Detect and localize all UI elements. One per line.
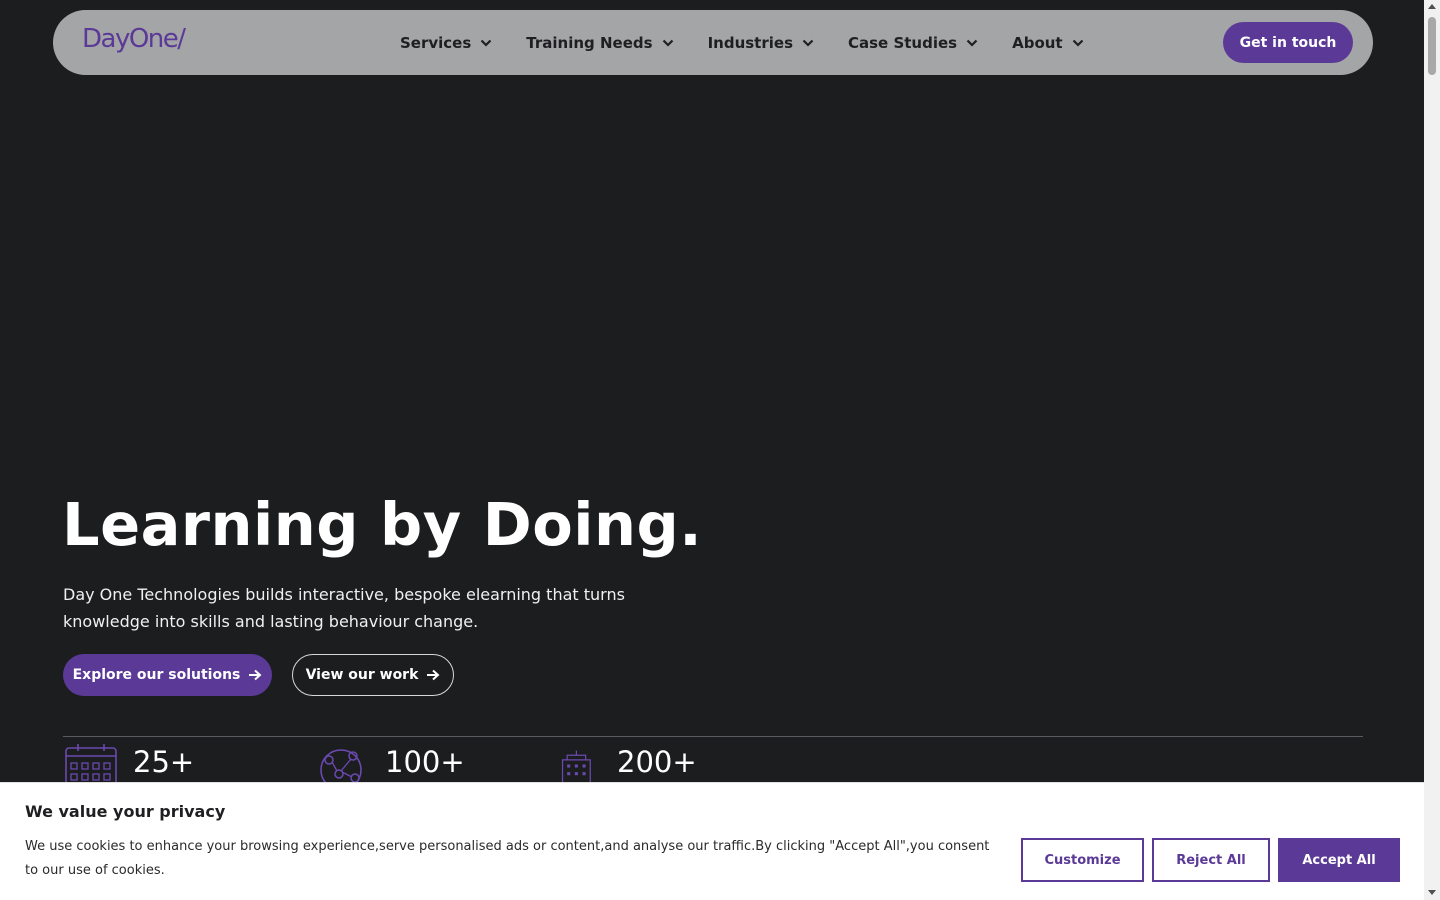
nav-item-label: Case Studies [848,33,958,52]
stat-value: 200+ [617,745,697,779]
scroll-down-icon[interactable] [1428,890,1436,895]
stat-value: 100+ [385,745,465,779]
accept-all-button[interactable]: Accept All [1278,838,1400,882]
nav-item-training-needs[interactable]: Training Needs [526,34,673,52]
nav-item-about[interactable]: About [1012,34,1084,52]
reject-all-button[interactable]: Reject All [1152,838,1270,882]
stat-value: 25+ [133,745,195,779]
nav-item-industries[interactable]: Industries [708,34,814,52]
chevron-down-icon [662,39,673,47]
logo[interactable]: DayOne/ [82,24,186,54]
cookie-title: We value your privacy [25,802,226,821]
button-label: Explore our solutions [72,667,241,683]
scroll-up-icon[interactable] [1428,4,1436,9]
nav-item-case-studies[interactable]: Case Studies [848,34,978,52]
customize-button[interactable]: Customize [1021,838,1144,882]
button-label: View our work [305,667,419,683]
nav-item-label: Industries [707,33,793,52]
cookie-banner: We value your privacy We use cookies to … [0,782,1424,900]
arrow-right-icon [427,669,440,681]
nav-item-label: Services [400,33,472,52]
explore-solutions-button[interactable]: Explore our solutions [63,654,272,696]
chevron-down-icon [966,39,978,47]
chevron-down-icon [802,39,814,47]
chevron-down-icon [481,39,492,47]
nav-menu: Services Training Needs Industries Case … [400,10,1118,75]
nav-item-label: About [1012,33,1063,52]
view-work-button[interactable]: View our work [292,654,454,696]
scroll-thumb[interactable] [1428,17,1436,75]
hero-description: Day One Technologies builds interactive,… [63,585,625,631]
arrow-right-icon [249,669,262,681]
cookie-text: We use cookies to enhance your browsing … [25,839,990,878]
chevron-down-icon [1072,39,1083,47]
nav-item-services[interactable]: Services [400,34,492,52]
get-in-touch-button[interactable]: Get in touch [1223,22,1353,63]
nav-item-label: Training Needs [526,33,653,52]
stats-divider [63,736,1363,737]
hero-title: Learning by Doing. [62,490,703,559]
navbar: DayOne/ Services Training Needs Industri… [53,10,1373,75]
scrollbar[interactable] [1424,0,1440,900]
